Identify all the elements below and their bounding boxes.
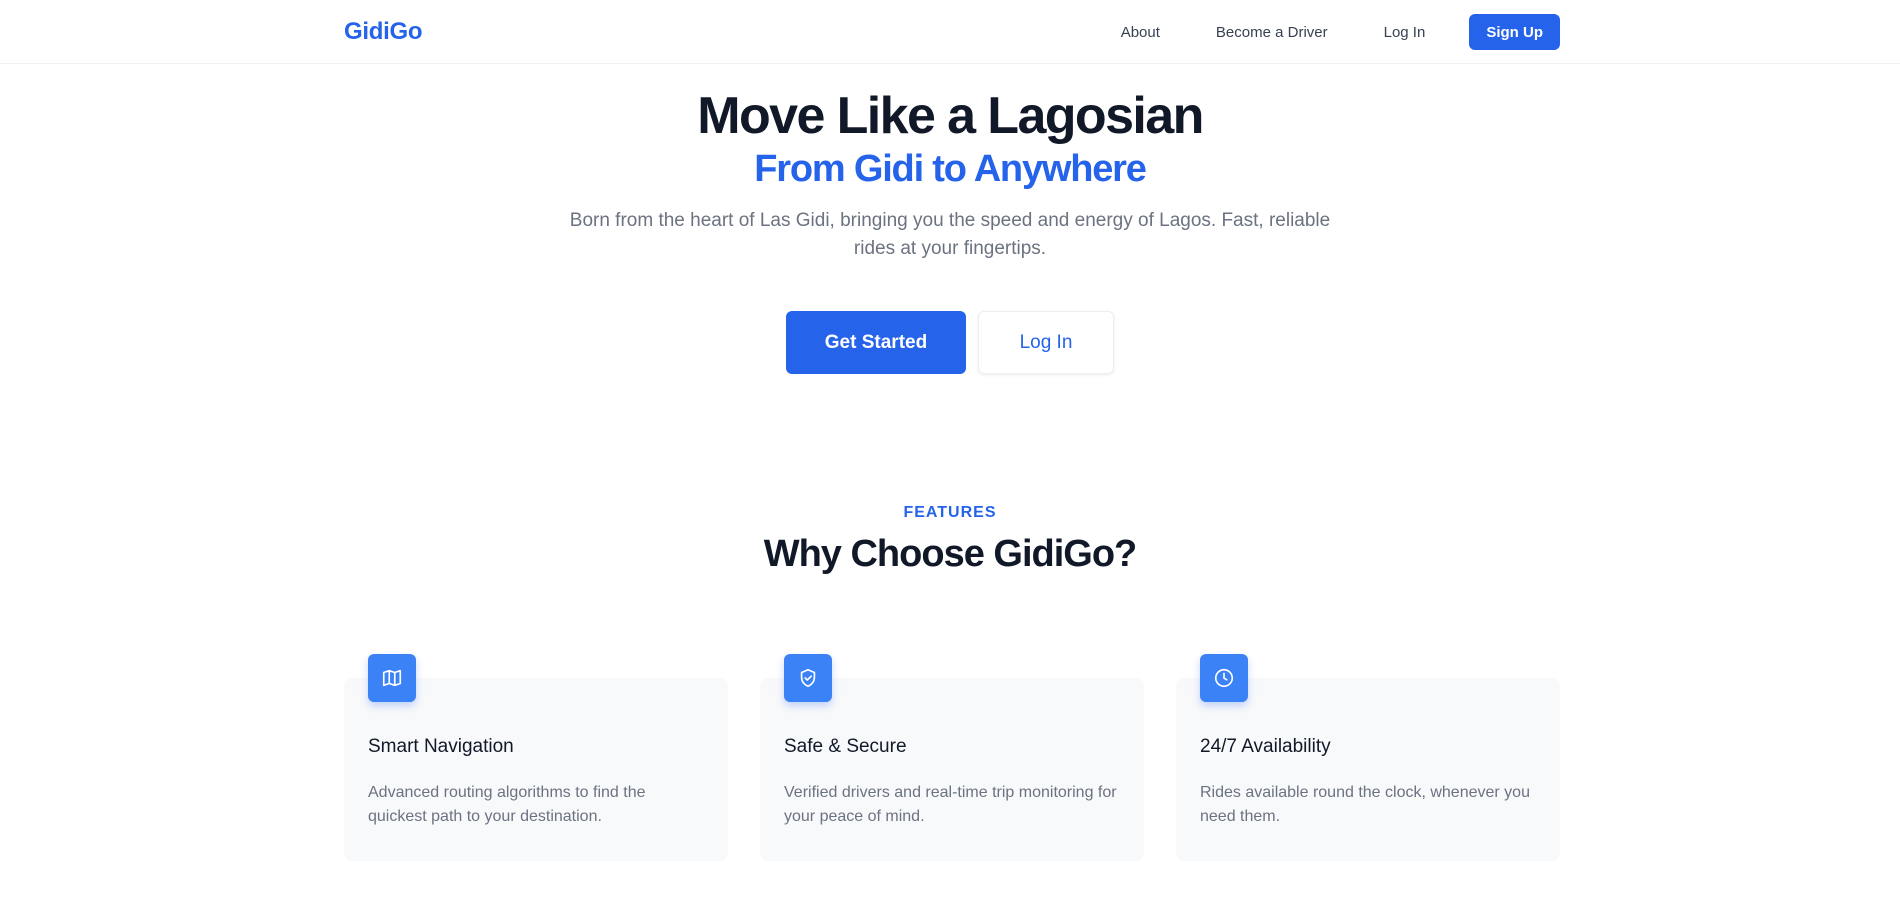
signup-button[interactable]: Sign Up	[1469, 14, 1560, 50]
navbar: GidiGo About Become a Driver Log In Sign…	[0, 0, 1900, 64]
nav-link-become-driver[interactable]: Become a Driver	[1216, 24, 1328, 41]
shield-check-icon	[784, 654, 832, 702]
clock-icon	[1200, 654, 1248, 702]
feature-card-title: 24/7 Availability	[1200, 736, 1331, 757]
features-eyebrow: FEATURES	[903, 504, 997, 521]
feature-card-description: Rides available round the clock, wheneve…	[1200, 784, 1530, 825]
feature-card-description: Advanced routing algorithms to find the …	[368, 784, 646, 825]
hero-cta-group: Get Started Log In	[0, 311, 1900, 374]
nav-link-about[interactable]: About	[1121, 24, 1160, 41]
hero-description: Born from the heart of Las Gidi, bringin…	[569, 210, 1331, 259]
nav-links: About Become a Driver Log In Sign Up	[1121, 14, 1560, 50]
navbar-inner: GidiGo About Become a Driver Log In Sign…	[344, 0, 1560, 64]
nav-link-login[interactable]: Log In	[1384, 24, 1426, 41]
hero-subtitle: From Gidi to Anywhere	[754, 148, 1147, 190]
logo[interactable]: GidiGo	[344, 18, 423, 46]
feature-card-availability: 24/7 Availability Rides available round …	[1176, 654, 1560, 861]
feature-card-description: Verified drivers and real-time trip moni…	[784, 784, 1117, 825]
hero-title: Move Like a Lagosian	[697, 87, 1204, 145]
feature-card-title: Safe & Secure	[784, 736, 907, 757]
get-started-button[interactable]: Get Started	[786, 311, 966, 374]
hero-login-button[interactable]: Log In	[978, 311, 1114, 374]
features-title: Why Choose GidiGo?	[763, 533, 1138, 575]
feature-cards: Smart Navigation Advanced routing algori…	[344, 654, 1560, 861]
map-icon	[368, 654, 416, 702]
feature-card-safe-secure: Safe & Secure Verified drivers and real-…	[760, 654, 1144, 861]
feature-card-smart-navigation: Smart Navigation Advanced routing algori…	[344, 654, 728, 861]
feature-card-title: Smart Navigation	[368, 736, 514, 757]
